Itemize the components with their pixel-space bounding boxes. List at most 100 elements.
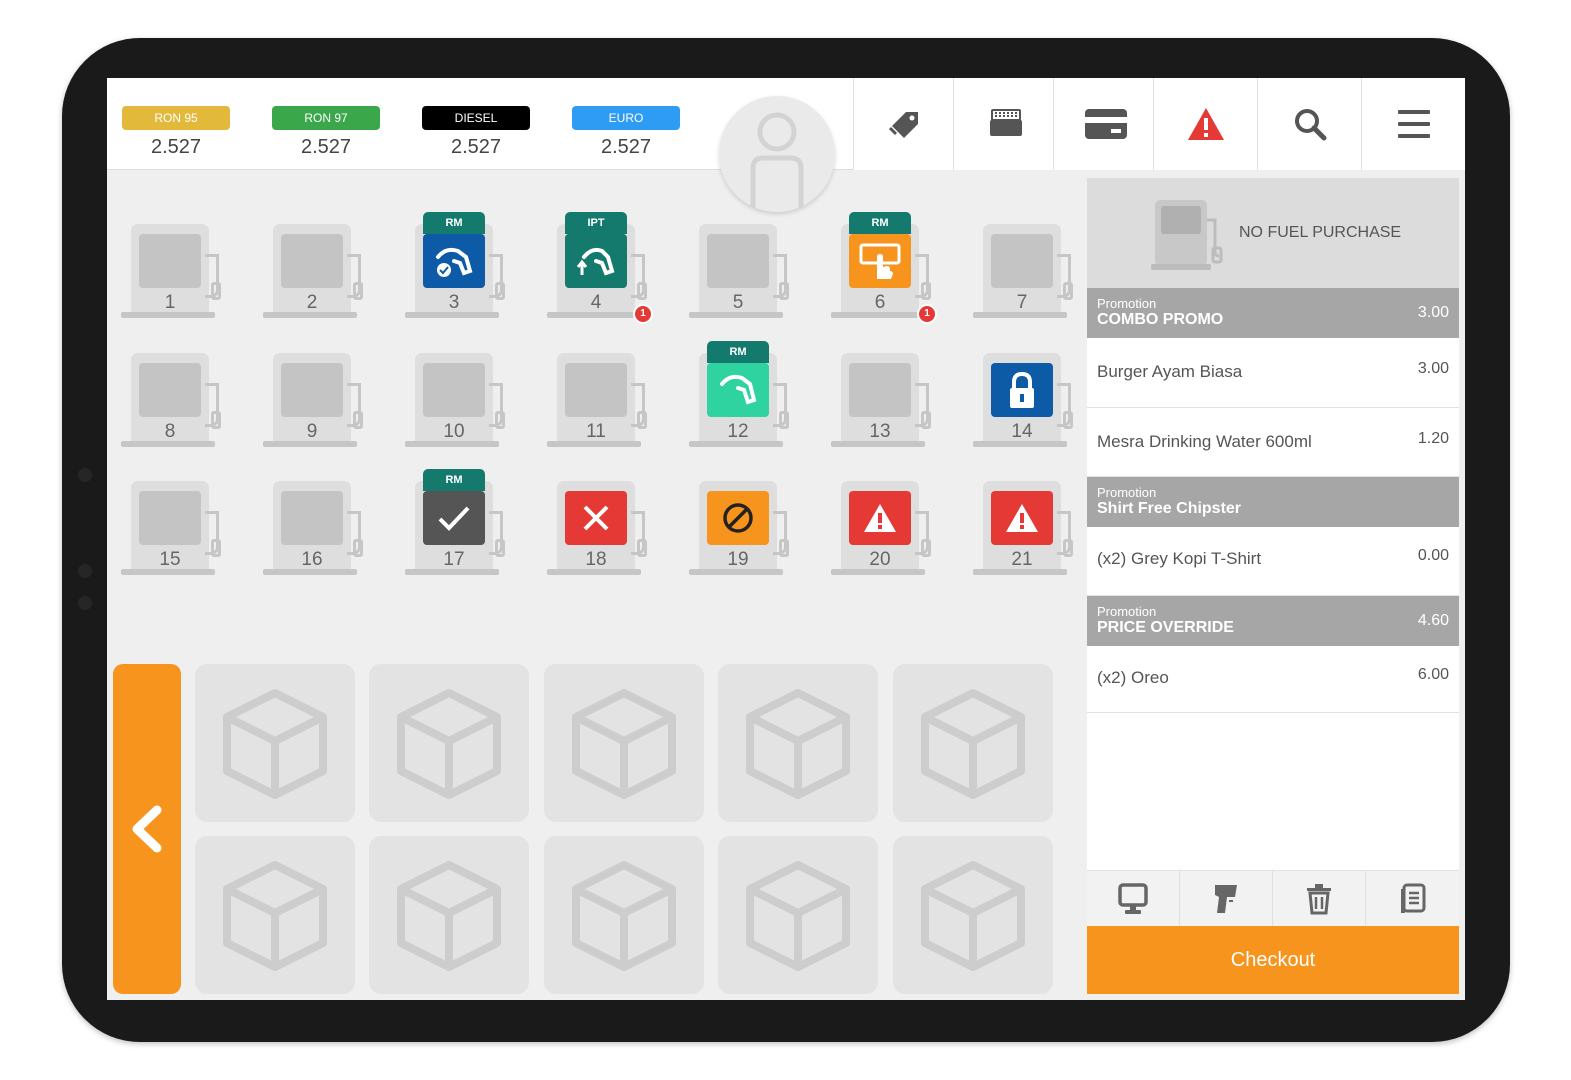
pump-display [565,363,627,417]
menu-icon [1397,110,1430,138]
pump-21[interactable]: 21 [971,469,1081,579]
pump-6[interactable]: RM 6 1 [829,212,939,324]
product-slot[interactable] [544,836,704,994]
pump-4[interactable]: IPT 4 1 [545,212,655,324]
cart-item[interactable]: Burger Ayam Biasa 3.00 [1087,338,1459,408]
pump-17[interactable]: RM 17 [403,469,513,579]
pump-7[interactable]: 7 [971,212,1081,322]
product-slot[interactable] [195,836,355,994]
product-slot[interactable] [718,836,878,994]
pump-number: 18 [585,549,607,570]
pump-display [707,491,769,545]
pump-9[interactable]: 9 [261,341,371,451]
blocked-icon [723,503,753,533]
promotion-amount: 3.00 [1417,304,1449,321]
pump-badge: RM [707,341,769,363]
promotion-row[interactable]: Promotion Shirt Free Chipster [1087,477,1459,527]
product-slot[interactable] [195,664,355,822]
item-name: Burger Ayam Biasa [1097,362,1243,381]
pump-10[interactable]: 10 [403,341,513,451]
search-button[interactable] [1257,78,1361,170]
item-amount: 6.00 [1417,666,1449,683]
fuel-price-value: 2.527 [150,136,202,158]
keyboard-button[interactable] [953,78,1057,170]
cashier-avatar[interactable] [719,96,835,212]
alert-button[interactable] [1153,78,1257,170]
pump-number: 19 [727,549,749,570]
cart-item[interactable]: Mesra Drinking Water 600ml 1.20 [1087,408,1459,477]
nozzle-lifted-icon [576,247,615,276]
promotion-title: Promotion [1097,296,1157,311]
pump-18[interactable]: 18 [545,469,655,579]
pump-number: 3 [448,292,460,313]
pump-display [849,491,911,545]
pump-display [423,491,485,545]
product-slot[interactable] [718,664,878,822]
pump-display [565,234,627,288]
cart-item[interactable]: (x2) Oreo 6.00 [1087,646,1459,713]
pump-19[interactable]: 19 [687,469,797,579]
pump-1[interactable]: 1 [119,212,229,322]
pump-11[interactable]: 11 [545,341,655,451]
pump-display [707,363,769,417]
pump-number: 15 [159,549,181,570]
item-amount: 0.00 [1417,547,1449,564]
promotion-name: COMBO PROMO [1097,311,1224,328]
box-icon [223,689,327,799]
warning-icon [864,504,896,532]
product-slot[interactable] [893,664,1053,822]
pump-display [423,234,485,288]
pump-8[interactable]: 8 [119,341,229,451]
cart-item[interactable]: (x2) Grey Kopi T-Shirt 0.00 [1087,527,1459,596]
pump-number: 1 [164,292,176,313]
check-icon [438,506,470,531]
card-button[interactable] [1053,78,1157,170]
pump-2[interactable]: 2 [261,212,371,322]
promotion-row[interactable]: Promotion PRICE OVERRIDE 4.60 [1087,596,1459,646]
receipt-button[interactable] [1366,871,1459,927]
pump-14[interactable]: 14 [971,341,1081,451]
fuel-price-ron95: RON 95 2.527 [122,106,230,159]
product-slot[interactable] [893,836,1053,994]
checkout-button[interactable]: Checkout [1087,926,1459,994]
promotion-row[interactable]: Promotion COMBO PROMO 3.00 [1087,288,1459,338]
no-fuel-purchase-button[interactable]: NO FUEL PURCHASE [1087,178,1459,288]
scanner-button[interactable] [1180,871,1273,927]
delete-button[interactable] [1273,871,1366,927]
item-name: (x2) Grey Kopi T-Shirt [1097,549,1262,568]
pump-13[interactable]: 13 [829,341,939,451]
fuel-grade-label: RON 95 [122,106,230,130]
pump-20[interactable]: 20 [829,469,939,579]
customer-display-button[interactable] [1087,871,1180,927]
tag-button[interactable] [853,78,957,170]
box-icon [572,689,676,799]
pump-number: 14 [1011,421,1033,442]
search-icon [1294,109,1326,141]
pump-number: 9 [306,421,318,442]
pump-16[interactable]: 16 [261,469,371,579]
promotion-title: Promotion [1097,485,1157,500]
no-fuel-label: NO FUEL PURCHASE [1239,224,1402,241]
warning-icon [1006,504,1038,532]
back-button[interactable] [113,664,181,994]
pump-5[interactable]: 5 [687,212,797,322]
pump-display [423,363,485,417]
product-slot[interactable] [369,664,529,822]
pump-15[interactable]: 15 [119,469,229,579]
pump-12[interactable]: RM 12 [687,341,797,451]
pump-display [707,234,769,288]
receipt-icon [1400,883,1425,913]
product-slot[interactable] [544,664,704,822]
notification-badge: 1 [917,304,937,324]
chevron-left-icon [132,805,162,853]
pump-display [281,491,343,545]
menu-button[interactable] [1361,78,1465,170]
pump-number: 16 [301,549,323,570]
alert-icon [1187,108,1224,140]
pump-number: 6 [874,292,886,313]
pump-display [139,234,201,288]
product-slot[interactable] [369,836,529,994]
pump-3[interactable]: RM 3 [403,212,513,322]
notification-badge: 1 [633,304,653,324]
keyboard-icon [989,109,1022,136]
